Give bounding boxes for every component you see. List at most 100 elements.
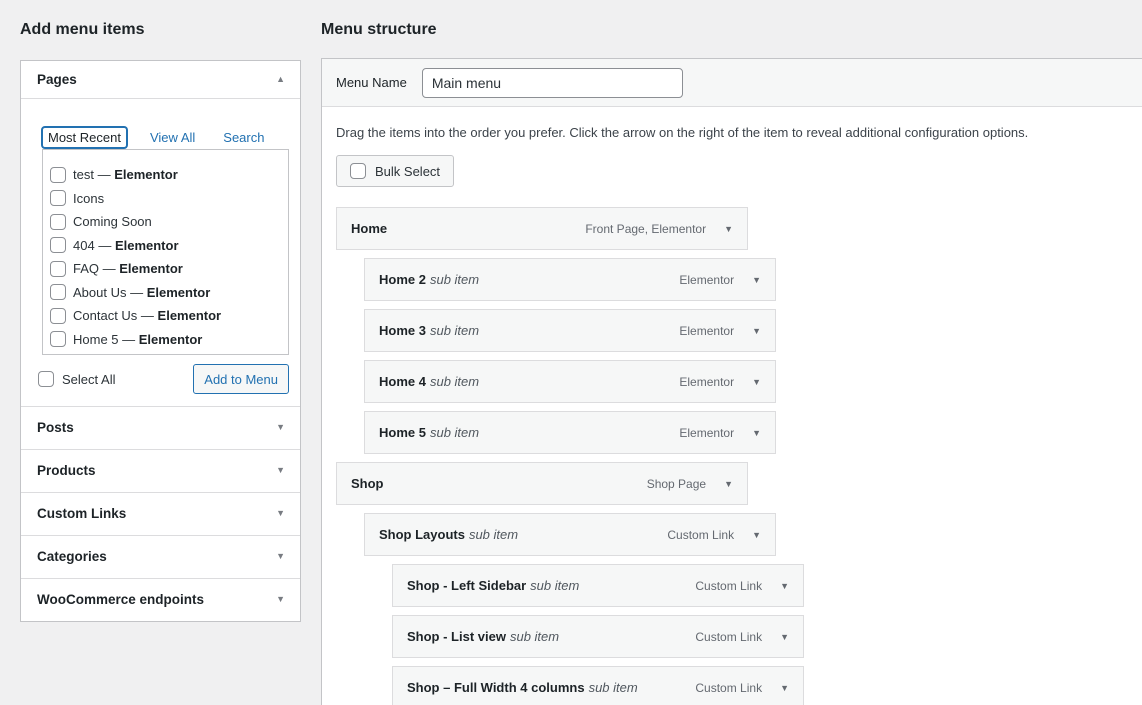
- menu-item-title: Shop Layouts: [379, 527, 465, 542]
- menu-item-title: Shop – Full Width 4 columns: [407, 680, 585, 695]
- page-item-checkbox[interactable]: [50, 284, 66, 300]
- bulk-select-label: Bulk Select: [375, 164, 440, 179]
- section-header-woocommerce-endpoints[interactable]: WooCommerce endpoints ▼: [21, 579, 300, 620]
- menu-item-type-label: Elementor: [679, 324, 734, 338]
- collapse-up-icon: ▲: [276, 75, 285, 84]
- tab-search[interactable]: Search: [218, 128, 269, 147]
- menu-item-sub-label: sub item: [430, 425, 479, 440]
- menu-item-title: Home 2: [379, 272, 426, 287]
- menu-items-list: Home Front Page, Elementor ▼ Home 2sub i…: [336, 207, 1136, 705]
- section-header-categories[interactable]: Categories ▼: [21, 536, 300, 577]
- expand-down-arrow-icon[interactable]: ▼: [778, 630, 791, 644]
- pages-section-title: Pages: [37, 72, 77, 87]
- add-to-menu-button[interactable]: Add to Menu: [193, 364, 289, 394]
- menu-item-home-4[interactable]: Home 4sub item Elementor ▼: [364, 360, 776, 403]
- menu-item-shop-list-view[interactable]: Shop - List viewsub item Custom Link ▼: [392, 615, 804, 658]
- menu-item-sub-label: sub item: [430, 374, 479, 389]
- menu-item-type-label: Custom Link: [695, 579, 762, 593]
- accordion-section-woocommerce-endpoints: WooCommerce endpoints ▼: [21, 578, 300, 621]
- page-item-checkbox[interactable]: [50, 167, 66, 183]
- menu-name-bar: Menu Name: [322, 59, 1142, 107]
- tab-most-recent[interactable]: Most Recent: [42, 127, 127, 148]
- accordion-section-categories: Categories ▼: [21, 535, 300, 578]
- collapse-down-icon: ▼: [276, 423, 285, 432]
- page-item-checkbox[interactable]: [50, 237, 66, 253]
- page-item-label: Home 5 — Elementor: [73, 332, 202, 347]
- wordpress-menus-screen: Add menu items Menu structure Pages ▲ Mo…: [0, 0, 1142, 705]
- expand-down-arrow-icon[interactable]: ▼: [750, 528, 763, 542]
- menu-name-input[interactable]: [422, 68, 683, 98]
- accordion-sections: Posts ▼ Products ▼ Custom Links ▼ Catego…: [21, 406, 300, 621]
- expand-down-arrow-icon[interactable]: ▼: [722, 477, 735, 491]
- menu-item-title: Shop - List view: [407, 629, 506, 644]
- page-item-checkbox[interactable]: [50, 214, 66, 230]
- collapse-down-icon: ▼: [276, 509, 285, 518]
- menu-item-home-3[interactable]: Home 3 sub item Elementor ▼: [364, 309, 776, 352]
- page-item-checkbox[interactable]: [50, 331, 66, 347]
- page-item-checkbox[interactable]: [50, 190, 66, 206]
- tab-view-all[interactable]: View All: [145, 128, 200, 147]
- expand-down-arrow-icon[interactable]: ▼: [722, 222, 735, 236]
- accordion-section-products: Products ▼: [21, 449, 300, 492]
- page-list-item: Contact Us — Elementor: [50, 304, 284, 328]
- menu-item-type-label: Elementor: [679, 426, 734, 440]
- menu-item-sub-label: sub item: [469, 527, 518, 542]
- menu-item-home-2[interactable]: Home 2sub item Elementor ▼: [364, 258, 776, 301]
- page-item-label: About Us — Elementor: [73, 285, 210, 300]
- select-all-checkbox[interactable]: [38, 371, 54, 387]
- select-all-group: Select All: [38, 371, 115, 387]
- bulk-select-checkbox[interactable]: [350, 163, 366, 179]
- menu-structure-heading: Menu structure: [321, 21, 437, 39]
- page-list-item: Coming Soon: [50, 210, 284, 234]
- page-item-label: Icons: [73, 191, 104, 206]
- expand-down-arrow-icon[interactable]: ▼: [750, 273, 763, 287]
- expand-down-arrow-icon[interactable]: ▼: [750, 375, 763, 389]
- expand-down-arrow-icon[interactable]: ▼: [778, 579, 791, 593]
- select-all-label: Select All: [62, 372, 115, 387]
- page-list-item: FAQ — Elementor: [50, 257, 284, 281]
- pages-section-header[interactable]: Pages ▲: [21, 61, 300, 99]
- menu-item-title: Shop: [351, 476, 384, 491]
- menu-item-sub-label: sub item: [430, 323, 479, 338]
- pages-section-content: Most Recent View All Search test — Element…: [21, 126, 300, 406]
- page-item-label: 404 — Elementor: [73, 238, 179, 253]
- page-item-label: Coming Soon: [73, 214, 152, 229]
- expand-down-arrow-icon[interactable]: ▼: [778, 681, 791, 695]
- menu-item-shop-layouts[interactable]: Shop Layouts sub item Custom Link ▼: [364, 513, 776, 556]
- menu-name-label: Menu Name: [336, 75, 407, 90]
- bulk-select-control[interactable]: Bulk Select: [336, 155, 454, 187]
- menu-structure-body: Drag the items into the order you prefer…: [322, 107, 1142, 705]
- menu-item-title: Home 3: [379, 323, 426, 338]
- accordion-section-posts: Posts ▼: [21, 406, 300, 449]
- section-header-products[interactable]: Products ▼: [21, 450, 300, 491]
- collapse-down-icon: ▼: [276, 552, 285, 561]
- menu-item-shop-left-sidebar[interactable]: Shop - Left Sidebarsub item Custom Link …: [392, 564, 804, 607]
- page-item-checkbox[interactable]: [50, 308, 66, 324]
- page-list-item: About Us — Elementor: [50, 281, 284, 305]
- page-item-checkbox[interactable]: [50, 261, 66, 277]
- section-header-posts[interactable]: Posts ▼: [21, 407, 300, 448]
- pages-list: test — Elementor Icons Coming Soon 404 —…: [42, 149, 289, 355]
- menu-item-title: Home 4: [379, 374, 426, 389]
- page-item-label: FAQ — Elementor: [73, 261, 183, 276]
- menu-item-sub-label: sub item: [589, 680, 638, 695]
- menu-item-title: Shop - Left Sidebar: [407, 578, 526, 593]
- add-menu-items-panel: Pages ▲ Most Recent View All Search test —…: [20, 60, 301, 622]
- menu-item-home-5[interactable]: Home 5 sub item Elementor ▼: [364, 411, 776, 454]
- add-menu-items-heading: Add menu items: [20, 21, 144, 39]
- expand-down-arrow-icon[interactable]: ▼: [750, 426, 763, 440]
- menu-item-sub-label: sub item: [530, 578, 579, 593]
- menu-item-type-label: Shop Page: [647, 477, 706, 491]
- menu-item-type-label: Front Page, Elementor: [585, 222, 706, 236]
- expand-down-arrow-icon[interactable]: ▼: [750, 324, 763, 338]
- page-list-item: test — Elementor: [50, 163, 284, 187]
- menu-item-shop-full-width-4-columns[interactable]: Shop – Full Width 4 columnssub item Cust…: [392, 666, 804, 705]
- menu-item-title: Home 5: [379, 425, 426, 440]
- menu-item-shop[interactable]: Shop Shop Page ▼: [336, 462, 748, 505]
- menu-item-home[interactable]: Home Front Page, Elementor ▼: [336, 207, 748, 250]
- pages-tabs: Most Recent View All Search: [42, 126, 290, 149]
- section-header-custom-links[interactable]: Custom Links ▼: [21, 493, 300, 534]
- menu-item-type-label: Custom Link: [667, 528, 734, 542]
- select-all-row: Select All Add to Menu: [38, 364, 289, 394]
- collapse-down-icon: ▼: [276, 466, 285, 475]
